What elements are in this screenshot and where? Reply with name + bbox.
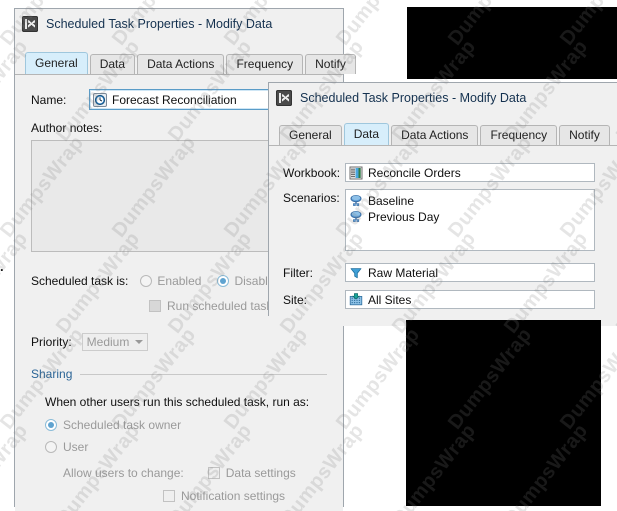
app-icon <box>22 16 38 32</box>
screenshot-root: Scheduled Task Properties - Modify Data … <box>0 0 617 511</box>
tab-frequency[interactable]: Frequency <box>226 54 303 74</box>
scenarios-list[interactable]: Baseline Previous Day <box>345 189 595 251</box>
filter-icon <box>349 266 363 280</box>
allow-users-to-change-label: Allow users to change: <box>63 466 184 480</box>
priority-value: Medium <box>87 335 130 349</box>
chevron-down-icon <box>135 340 143 344</box>
general-dialog-tabstrip[interactable]: General Data Data Actions Frequency Noti… <box>15 52 343 74</box>
priority-select[interactable]: Medium <box>82 333 149 351</box>
list-item[interactable]: Baseline <box>349 193 594 209</box>
general-dialog-title: Scheduled Task Properties - Modify Data <box>46 17 272 31</box>
site-row: Site: <box>283 290 617 309</box>
allow-change-row: Allow users to change: Data settings <box>63 466 343 480</box>
notification-settings-checkbox[interactable] <box>163 490 175 502</box>
tab-frequency[interactable]: Frequency <box>480 125 557 145</box>
data-settings-checkbox[interactable] <box>208 467 220 479</box>
sharing-divider <box>80 374 327 375</box>
name-value: Forecast Reconciliation <box>112 93 237 107</box>
list-item[interactable]: Previous Day <box>349 209 594 225</box>
scenario-label: Previous Day <box>368 210 439 224</box>
workbook-icon <box>349 166 363 180</box>
filter-value: Raw Material <box>368 266 438 280</box>
run-once-checkbox[interactable] <box>149 300 161 312</box>
data-dialog-tabstrip[interactable]: General Data Data Actions Frequency Noti… <box>269 123 617 145</box>
disabled-radio[interactable] <box>217 275 229 287</box>
occlusion-block-top <box>407 7 617 79</box>
site-input[interactable]: All Sites <box>345 290 595 309</box>
user-radio[interactable] <box>45 441 57 453</box>
site-label: Site: <box>283 293 345 307</box>
clock-icon <box>93 93 107 107</box>
tab-notify[interactable]: Notify <box>559 125 610 145</box>
priority-label: Priority: <box>31 335 72 349</box>
occlusion-block-bottom <box>406 320 601 506</box>
data-dialog-titlebar[interactable]: Scheduled Task Properties - Modify Data <box>269 83 617 113</box>
tab-general[interactable]: General <box>25 52 88 74</box>
site-value: All Sites <box>368 293 411 307</box>
user-row: User <box>45 440 343 454</box>
notification-settings-row: Notification settings <box>163 489 343 503</box>
name-label: Name: <box>31 93 89 107</box>
tab-data-actions[interactable]: Data Actions <box>137 54 224 74</box>
sharing-label: Sharing <box>31 367 72 381</box>
filter-label: Filter: <box>283 266 345 280</box>
tab-notify[interactable]: Notify <box>305 54 356 74</box>
watermark-text: DumpsWrap <box>612 420 617 511</box>
site-icon <box>349 293 363 307</box>
workbook-label: Workbook: <box>283 166 345 180</box>
run-as-label: When other users run this scheduled task… <box>45 395 343 409</box>
scheduled-task-owner-label: Scheduled task owner <box>63 418 181 432</box>
tab-data-actions[interactable]: Data Actions <box>391 125 478 145</box>
priority-row: Priority: Medium <box>31 333 343 351</box>
scenario-icon <box>349 210 363 224</box>
workbook-row: Workbook: <box>283 163 617 182</box>
data-dialog-title: Scheduled Task Properties - Modify Data <box>300 91 526 105</box>
filter-input[interactable]: Raw Material <box>345 263 595 282</box>
scheduled-task-is-label: Scheduled task is: <box>31 274 128 288</box>
tab-data[interactable]: Data <box>90 54 135 74</box>
user-label: User <box>63 440 88 454</box>
app-icon <box>276 90 292 106</box>
sharing-group-header: Sharing <box>31 367 327 381</box>
scenarios-label: Scenarios: <box>283 191 345 205</box>
tab-data[interactable]: Data <box>344 123 389 145</box>
filter-row: Filter: Raw Material <box>283 263 617 282</box>
notification-settings-label: Notification settings <box>181 489 285 503</box>
scheduled-task-properties-data-dialog[interactable]: Scheduled Task Properties - Modify Data … <box>268 82 617 316</box>
scheduled-task-owner-radio[interactable] <box>45 419 57 431</box>
enabled-label: Enabled <box>157 274 201 288</box>
author-notes-textarea[interactable] <box>31 140 283 252</box>
enabled-radio[interactable] <box>140 275 152 287</box>
owner-row: Scheduled task owner <box>45 418 343 432</box>
tab-general[interactable]: General <box>279 125 342 145</box>
data-settings-label: Data settings <box>226 466 296 480</box>
data-tab-panel: Workbook: <box>269 145 617 326</box>
scenario-icon <box>349 194 363 208</box>
scenario-label: Baseline <box>368 194 414 208</box>
scenarios-row: Scenarios: Baseline <box>283 189 617 251</box>
workbook-input[interactable]: Reconcile Orders <box>345 163 595 182</box>
general-dialog-titlebar[interactable]: Scheduled Task Properties - Modify Data <box>15 9 343 39</box>
edge-artifact-glyph: . <box>0 259 4 274</box>
workbook-value: Reconcile Orders <box>368 166 461 180</box>
